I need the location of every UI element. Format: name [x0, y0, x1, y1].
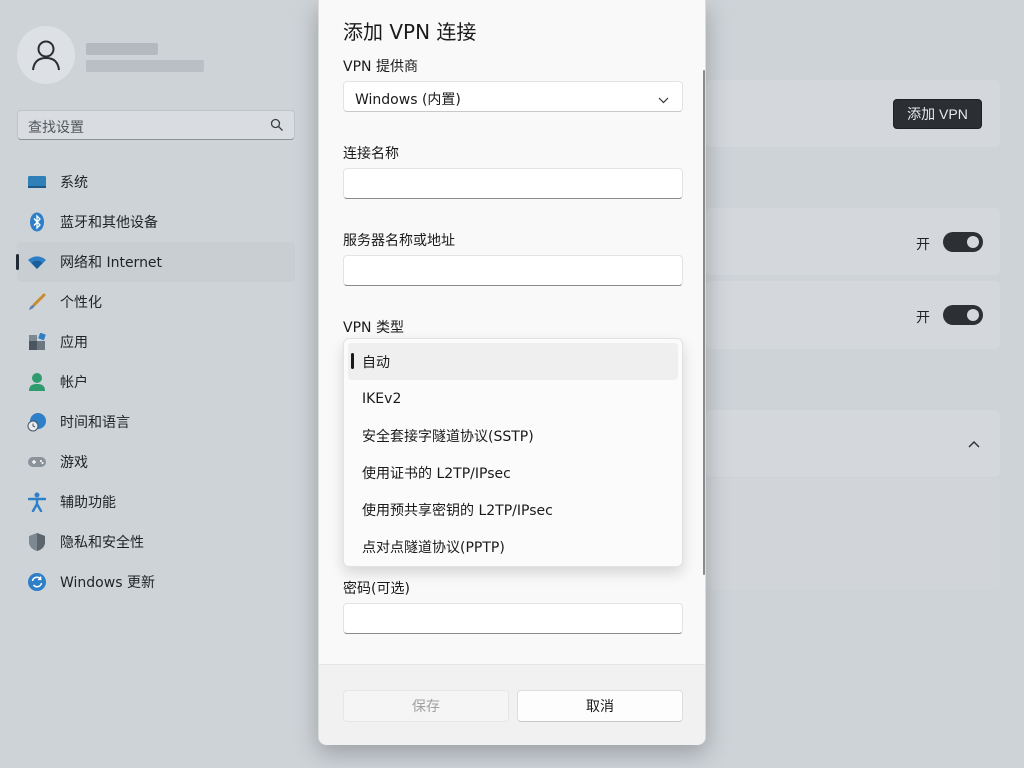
person-icon [32, 40, 60, 71]
sidebar-item-label: 个性化 [60, 295, 102, 311]
vpn-type-option-sstp[interactable]: 安全套接字隧道协议(SSTP) [348, 417, 678, 454]
sidebar-item-privacy[interactable]: 隐私和安全性 [17, 522, 295, 562]
sidebar-item-time-language[interactable]: 时间和语言 [17, 402, 295, 442]
vpn-item-card [706, 410, 1000, 477]
sidebar-item-label: 网络和 Internet [60, 255, 163, 271]
sidebar-item-personalization[interactable]: 个性化 [17, 282, 295, 322]
sidebar-item-label: 游戏 [60, 455, 88, 471]
sidebar-item-label: Windows 更新 [60, 575, 155, 591]
search-icon[interactable] [270, 118, 284, 136]
person-icon [27, 372, 47, 392]
sidebar-item-network[interactable]: 网络和 Internet [16, 242, 295, 282]
connection-name-label: 连接名称 [343, 146, 399, 162]
active-indicator [16, 254, 19, 270]
dialog-footer: 保存 取消 [319, 664, 705, 745]
dialog-scrollbar[interactable] [703, 70, 705, 575]
vpn-type-label: VPN 类型 [343, 320, 404, 336]
search-placeholder: 查找设置 [28, 120, 84, 136]
bluetooth-icon [27, 212, 47, 232]
add-vpn-dialog: 添加 VPN 连接 VPN 提供商 Windows (内置) 连接名称 服务器名… [318, 0, 706, 745]
sidebar-item-label: 应用 [60, 335, 88, 351]
sidebar-item-label: 辅助功能 [60, 495, 116, 511]
user-email-blurred [86, 60, 204, 72]
roaming-toggle[interactable] [943, 305, 983, 325]
vpn-type-option-l2tp-psk[interactable]: 使用预共享密钥的 L2TP/IPsec [348, 491, 678, 528]
vpn-provider-label: VPN 提供商 [343, 59, 418, 75]
monitor-icon [27, 172, 47, 192]
vpn-type-option-pptp[interactable]: 点对点隧道协议(PPTP) [348, 528, 678, 565]
apps-icon [27, 332, 47, 352]
sidebar-item-system[interactable]: 系统 [17, 162, 295, 202]
user-name-blurred [86, 43, 158, 55]
sidebar-item-label: 隐私和安全性 [60, 535, 144, 551]
sidebar-nav: 系统 蓝牙和其他设备 网络和 Internet 个性化 应用 帐户 时间和语言 [16, 162, 295, 602]
sidebar-item-bluetooth[interactable]: 蓝牙和其他设备 [17, 202, 295, 242]
shield-icon [27, 532, 47, 552]
update-icon [27, 572, 47, 592]
settings-search-box[interactable]: 查找设置 [17, 110, 295, 140]
connection-name-input[interactable] [343, 168, 683, 199]
vpn-item-details [706, 478, 1000, 590]
toggle-state-label: 开 [916, 310, 930, 326]
server-address-input[interactable] [343, 255, 683, 286]
sidebar-item-label: 时间和语言 [60, 415, 130, 431]
gamepad-icon [27, 452, 47, 472]
cancel-button[interactable]: 取消 [517, 690, 683, 722]
toggle-state-label: 开 [916, 237, 930, 253]
brush-icon [27, 292, 47, 312]
vpn-provider-select[interactable]: Windows (内置) [343, 81, 683, 112]
password-input[interactable] [343, 603, 683, 634]
metered-toggle[interactable] [943, 232, 983, 252]
chevron-down-icon [658, 92, 669, 108]
vpn-type-dropdown: 自动 IKEv2 安全套接字隧道协议(SSTP) 使用证书的 L2TP/IPse… [343, 338, 683, 567]
sidebar-item-windows-update[interactable]: Windows 更新 [17, 562, 295, 602]
accessibility-icon [27, 492, 47, 512]
server-address-label: 服务器名称或地址 [343, 233, 455, 249]
save-button[interactable]: 保存 [343, 690, 509, 722]
sidebar-item-apps[interactable]: 应用 [17, 322, 295, 362]
sidebar-item-accounts[interactable]: 帐户 [17, 362, 295, 402]
option-label: IKEv2 [362, 390, 402, 407]
sidebar-item-accessibility[interactable]: 辅助功能 [17, 482, 295, 522]
option-label: 使用预共享密钥的 L2TP/IPsec [362, 502, 553, 519]
sidebar-item-label: 蓝牙和其他设备 [60, 215, 158, 231]
vpn-type-option-l2tp-cert[interactable]: 使用证书的 L2TP/IPsec [348, 454, 678, 491]
wifi-icon [27, 252, 47, 272]
globe-clock-icon [27, 412, 47, 432]
option-label: 安全套接字隧道协议(SSTP) [362, 428, 534, 445]
vpn-provider-value: Windows (内置) [355, 92, 461, 108]
add-vpn-button[interactable]: 添加 VPN [893, 99, 982, 129]
selected-indicator [351, 353, 354, 369]
dialog-title: 添加 VPN 连接 [343, 20, 477, 44]
vpn-type-option-auto[interactable]: 自动 [348, 343, 678, 380]
vpn-type-option-ikev2[interactable]: IKEv2 [348, 380, 678, 417]
sidebar-item-label: 系统 [60, 175, 88, 191]
avatar[interactable] [17, 26, 75, 84]
option-label: 使用证书的 L2TP/IPsec [362, 465, 511, 482]
sidebar-item-label: 帐户 [60, 375, 88, 391]
password-label: 密码(可选) [343, 581, 410, 597]
sidebar-item-gaming[interactable]: 游戏 [17, 442, 295, 482]
chevron-up-icon[interactable] [968, 436, 980, 452]
option-label: 自动 [362, 354, 390, 371]
option-label: 点对点隧道协议(PPTP) [362, 539, 505, 556]
